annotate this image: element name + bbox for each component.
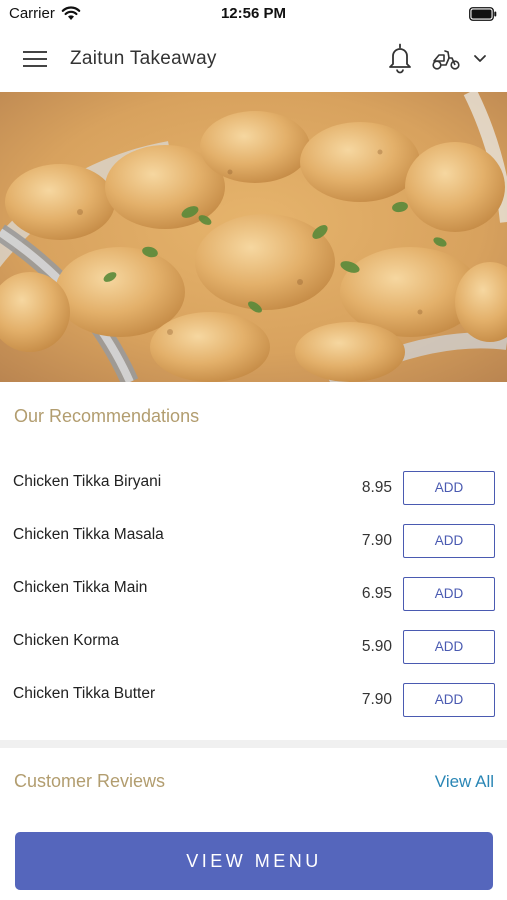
dish-name: Chicken Korma [13,632,119,649]
dish-name: Chicken Tikka Butter [13,685,156,702]
list-item: Chicken Tikka Masala 7.90 ADD [0,513,507,566]
app-header: Zaitun Takeaway [0,28,507,92]
delivery-scooter-icon[interactable] [431,46,461,72]
add-button[interactable]: ADD [403,524,495,558]
list-item: Chicken Tikka Butter 7.90 ADD [0,672,507,725]
dish-price: 7.90 [361,691,392,708]
app-title: Zaitun Takeaway [70,48,217,69]
dish-price: 6.95 [361,585,392,602]
customer-reviews-heading: Customer Reviews [14,771,166,791]
add-button[interactable]: ADD [403,630,495,664]
list-item: Chicken Korma 5.90 ADD [0,619,507,672]
hamburger-menu-icon[interactable] [22,48,48,70]
bell-icon[interactable] [386,42,414,74]
add-button[interactable]: ADD [403,471,495,505]
curry-dish-illustration [0,92,507,382]
dish-price: 5.90 [361,638,392,655]
clock: 12:56 PM [220,5,287,22]
add-button[interactable]: ADD [403,683,495,717]
recommendations-list: Chicken Tikka Biryani 8.95 ADD Chicken T… [0,460,507,725]
dish-name: Chicken Tikka Biryani [13,473,162,490]
battery-icon [469,7,497,21]
status-bar: Carrier 12:56 PM [0,0,507,28]
dish-name: Chicken Tikka Main [13,579,148,596]
view-menu-button[interactable]: VIEW MENU [15,832,493,890]
dish-name: Chicken Tikka Masala [13,526,164,543]
dish-price: 7.90 [361,532,392,549]
view-all-reviews-link[interactable]: View All [435,772,494,792]
chevron-down-icon[interactable] [472,52,488,64]
list-item: Chicken Tikka Biryani 8.95 ADD [0,460,507,513]
list-item: Chicken Tikka Main 6.95 ADD [0,566,507,619]
hero-food-image [0,92,507,382]
dish-price: 8.95 [361,479,392,496]
section-divider [0,740,507,748]
add-button[interactable]: ADD [403,577,495,611]
recommendations-heading: Our Recommendations [14,406,200,426]
